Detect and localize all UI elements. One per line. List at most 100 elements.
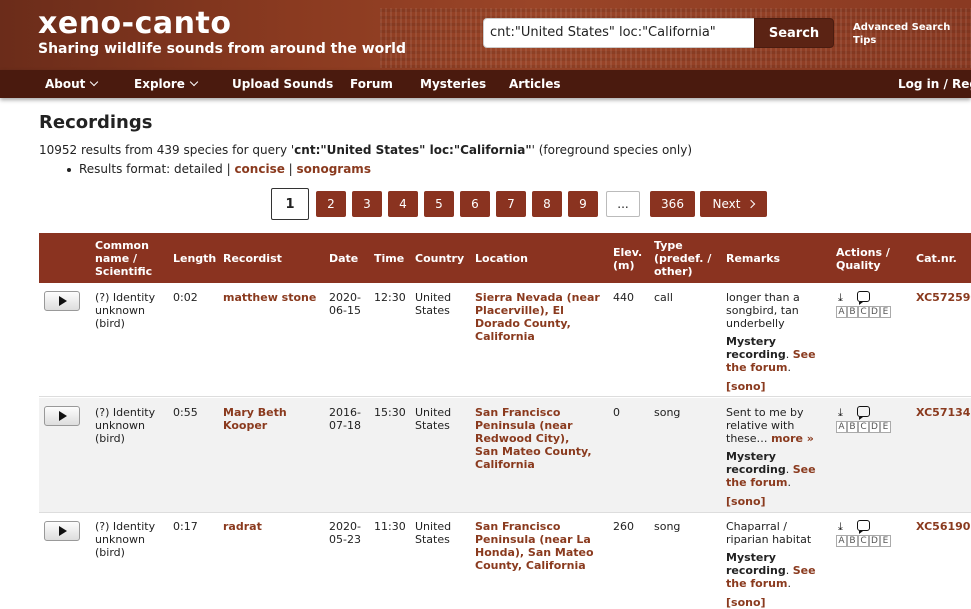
actions: ⤓ ABCDE — [836, 291, 906, 321]
quality-rating: ABCDE — [836, 535, 891, 547]
tips-link[interactable]: Tips — [853, 34, 950, 47]
nav-login[interactable]: Log in / Regis — [898, 77, 971, 91]
page-9[interactable]: 9 — [568, 191, 598, 217]
quality-d[interactable]: D — [869, 535, 880, 547]
quality-a[interactable]: A — [836, 306, 847, 318]
country: United States — [415, 406, 452, 432]
page-3[interactable]: 3 — [352, 191, 382, 217]
date: 2020-06-15 — [329, 291, 361, 317]
more-link[interactable]: more » — [771, 432, 814, 445]
recordist-link[interactable]: matthew stone — [223, 291, 323, 304]
page-8[interactable]: 8 — [532, 191, 562, 217]
page-6[interactable]: 6 — [460, 191, 490, 217]
summary-suffix: ' (foreground species only) — [531, 143, 693, 157]
discuss-icon[interactable] — [857, 406, 870, 420]
site-banner: xeno-canto Sharing wildlife sounds from … — [0, 0, 971, 70]
quality-e[interactable]: E — [880, 421, 891, 433]
sono-link[interactable]: [sono] — [726, 596, 824, 609]
location-link[interactable]: Sierra Nevada (near Placerville), El Dor… — [475, 291, 603, 343]
catalog-number-link[interactable]: XC571346 — [916, 406, 971, 419]
quality-b[interactable]: B — [847, 421, 858, 433]
col-location[interactable]: Location — [475, 252, 528, 265]
col-type[interactable]: Type (predef. / other) — [654, 239, 714, 278]
remarks: Sent to me by relative with these… more … — [726, 406, 824, 508]
discuss-icon[interactable] — [857, 291, 870, 305]
recordist-link[interactable]: radrat — [223, 520, 323, 533]
quality-d[interactable]: D — [869, 421, 880, 433]
quality-rating: ABCDE — [836, 421, 891, 433]
download-icon[interactable]: ⤓ — [838, 406, 843, 420]
nav-mysteries[interactable]: Mysteries — [420, 77, 486, 91]
page-2[interactable]: 2 — [316, 191, 346, 217]
sono-link[interactable]: [sono] — [726, 495, 824, 508]
nav-upload[interactable]: Upload Sounds — [232, 77, 333, 91]
quality-b[interactable]: B — [847, 306, 858, 318]
nav-about[interactable]: About — [45, 77, 99, 91]
time: 15:30 — [374, 406, 406, 419]
chevron-down-icon — [189, 77, 199, 87]
remark-text-wrap: Sent to me by relative with these… more … — [726, 406, 824, 445]
nav-forum[interactable]: Forum — [350, 77, 393, 91]
site-tagline: Sharing wildlife sounds from around the … — [38, 41, 406, 57]
site-logo[interactable]: xeno-canto — [38, 6, 231, 41]
search-input[interactable]: cnt:"United States" loc:"California" — [483, 18, 760, 48]
col-time[interactable]: Time — [374, 252, 404, 265]
quality-c[interactable]: C — [858, 535, 869, 547]
next-label: Next — [712, 197, 741, 211]
quality-a[interactable]: A — [836, 421, 847, 433]
nav-articles[interactable]: Articles — [509, 77, 561, 91]
advanced-search-links: Advanced Search Tips — [853, 21, 950, 47]
col-country[interactable]: Country — [415, 252, 464, 265]
sound-type: song — [654, 406, 681, 419]
col-date[interactable]: Date — [329, 252, 358, 265]
species-name: (?) Identity unknown (bird) — [95, 520, 156, 559]
sono-link[interactable]: [sono] — [726, 380, 824, 393]
results-format: Results format: detailed | concise | son… — [67, 162, 371, 176]
page-7[interactable]: 7 — [496, 191, 526, 217]
table-row: (?) Identity unknown (bird) 0:55 Mary Be… — [39, 398, 971, 513]
location-link[interactable]: San Francisco Peninsula (near La Honda),… — [475, 520, 595, 572]
sonograms-link[interactable]: sonograms — [297, 162, 371, 176]
page-5[interactable]: 5 — [424, 191, 454, 217]
elevation: 260 — [613, 520, 634, 533]
col-name[interactable]: Common name / Scientific — [95, 239, 165, 278]
actions: ⤓ ABCDE — [836, 406, 906, 436]
quality-c[interactable]: C — [858, 421, 869, 433]
download-icon[interactable]: ⤓ — [838, 291, 843, 305]
location-link[interactable]: San Francisco Peninsula (near Redwood Ci… — [475, 406, 593, 471]
play-button[interactable] — [44, 291, 80, 311]
quality-b[interactable]: B — [847, 535, 858, 547]
chevron-right-icon — [747, 199, 756, 209]
col-recordist[interactable]: Recordist — [223, 252, 282, 265]
play-icon — [59, 526, 67, 536]
mystery-note: Mystery recording. See the forum. — [726, 335, 816, 374]
concise-link[interactable]: concise — [234, 162, 284, 176]
nav-explore[interactable]: Explore — [134, 77, 199, 91]
search-button[interactable]: Search — [754, 18, 834, 48]
quality-e[interactable]: E — [880, 306, 891, 318]
next-page-button[interactable]: Next — [700, 191, 767, 217]
col-catnr[interactable]: Cat.nr. — [916, 252, 957, 265]
catalog-number-link[interactable]: XC561905 — [916, 520, 971, 533]
col-elev[interactable]: Elev. (m) — [613, 246, 647, 272]
quality-e[interactable]: E — [880, 535, 891, 547]
catalog-number-link[interactable]: XC572590 — [916, 291, 971, 304]
quality-d[interactable]: D — [869, 306, 880, 318]
quality-a[interactable]: A — [836, 535, 847, 547]
recordist-link[interactable]: Mary Beth Kooper — [223, 406, 301, 432]
mystery-label: Mystery recording — [726, 450, 786, 476]
summary-prefix: 10952 results from 439 species for query… — [39, 143, 295, 157]
play-button[interactable] — [44, 406, 80, 426]
date: 2016-07-18 — [329, 406, 361, 432]
col-length[interactable]: Length — [173, 252, 216, 265]
download-icon[interactable]: ⤓ — [838, 520, 843, 534]
page-1-current[interactable]: 1 — [271, 188, 309, 220]
page-last[interactable]: 366 — [650, 191, 695, 217]
discuss-icon[interactable] — [857, 520, 870, 534]
page-4[interactable]: 4 — [388, 191, 418, 217]
quality-c[interactable]: C — [858, 306, 869, 318]
play-button[interactable] — [44, 521, 80, 541]
chevron-down-icon — [90, 77, 99, 87]
advanced-search-link[interactable]: Advanced Search — [853, 21, 950, 34]
play-icon — [59, 296, 67, 306]
